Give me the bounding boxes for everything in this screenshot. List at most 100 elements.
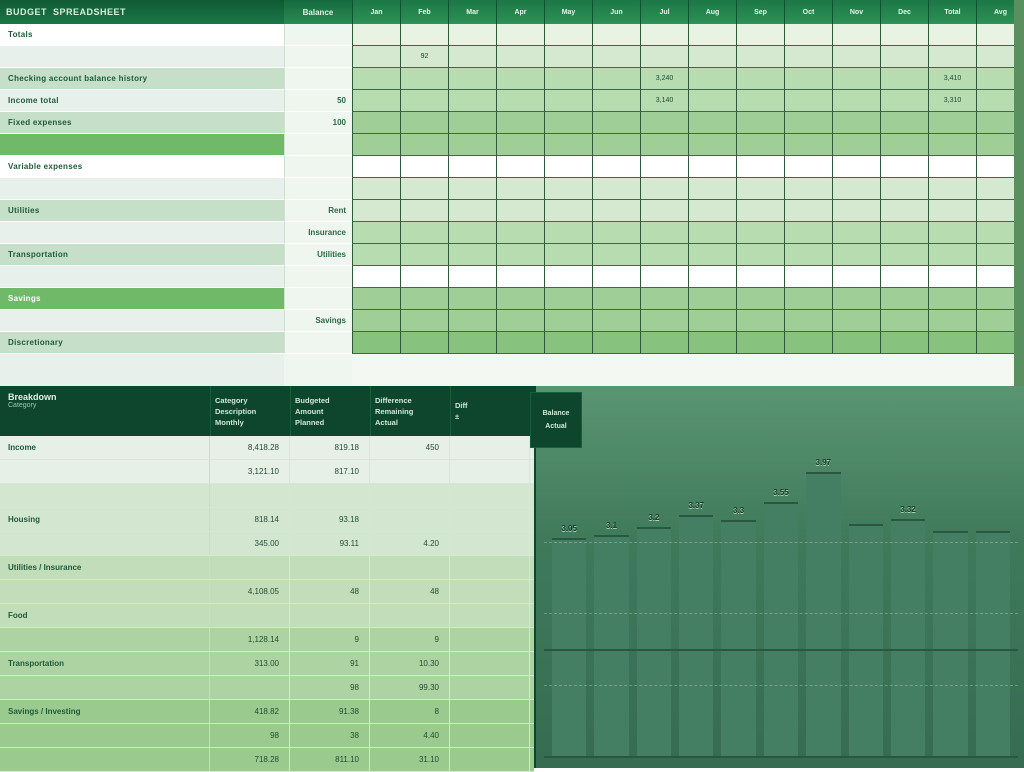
grid-cell[interactable] [400,90,448,112]
grid-cell[interactable] [688,310,736,332]
grid-cell[interactable] [688,222,736,244]
chart-bar[interactable] [976,531,1010,756]
table-row[interactable]: Food [0,604,534,628]
grid-cell[interactable] [448,24,496,46]
grid-header-cell[interactable]: Nov [832,0,880,24]
grid-cell[interactable] [544,112,592,134]
top-mid-cell[interactable] [284,24,352,46]
grid-cell[interactable] [880,200,928,222]
grid-cell[interactable] [592,90,640,112]
top-mid-cell[interactable]: Rent [284,200,352,222]
grid-cell[interactable] [784,200,832,222]
grid-cell[interactable] [784,24,832,46]
grid-cell[interactable] [880,112,928,134]
grid-cell[interactable] [736,266,784,288]
table-row[interactable]: 98384.40 [0,724,534,748]
row-cell[interactable]: 93.11 [290,532,370,555]
grid-cell[interactable] [400,310,448,332]
grid-cell[interactable] [448,332,496,354]
top-mid-cell[interactable] [284,288,352,310]
grid-cell[interactable] [688,200,736,222]
grid-cell[interactable] [928,46,976,68]
grid-cell[interactable] [544,24,592,46]
chart-bar[interactable] [849,524,883,756]
grid-cell[interactable] [736,332,784,354]
grid-cell[interactable] [688,68,736,90]
row-cell[interactable]: 48 [290,580,370,603]
grid-cell[interactable] [544,332,592,354]
row-cell[interactable]: 93.18 [290,508,370,531]
grid-cell[interactable] [928,178,976,200]
grid-cell[interactable] [352,46,400,68]
grid-cell[interactable] [352,112,400,134]
grid-cell[interactable] [400,134,448,156]
table-row[interactable]: 4,108.054848 [0,580,534,604]
grid-cell[interactable] [448,112,496,134]
row-cell[interactable]: 91 [290,652,370,675]
grid-cell[interactable] [640,46,688,68]
grid-cell[interactable] [736,222,784,244]
top-mid-cell[interactable]: Utilities [284,244,352,266]
grid-cell[interactable] [688,156,736,178]
grid-cell[interactable] [496,24,544,46]
grid-cell[interactable] [592,244,640,266]
top-left-row[interactable]: Discretionary [0,332,284,354]
grid-cell[interactable] [592,134,640,156]
top-mid-cell[interactable]: 50 [284,90,352,112]
top-left-row[interactable]: Fixed expenses [0,112,284,134]
row-cell[interactable] [290,556,370,579]
grid-cell[interactable] [736,200,784,222]
row-cell[interactable]: 1,128.14 [210,628,290,651]
row-cell[interactable]: 4,108.05 [210,580,290,603]
grid-cell[interactable] [736,178,784,200]
grid-cell[interactable] [448,200,496,222]
grid-cell[interactable] [784,244,832,266]
grid-cell[interactable] [736,24,784,46]
top-mid-cell[interactable] [284,332,352,354]
top-left-row[interactable]: Variable expenses [0,156,284,178]
grid-cell[interactable] [640,266,688,288]
row-cell[interactable]: 450 [370,436,450,459]
grid-cell[interactable] [880,68,928,90]
top-mid-cell[interactable]: 100 [284,112,352,134]
grid-header-cell[interactable]: Sep [736,0,784,24]
grid-cell[interactable] [352,332,400,354]
row-cell[interactable] [450,460,530,483]
table-row[interactable]: Income8,418.28819.18450 [0,436,534,460]
grid-cell[interactable]: 92 [400,46,448,68]
top-mid-cell[interactable]: Insurance [284,222,352,244]
row-cell[interactable]: 38 [290,724,370,747]
top-mid-cell[interactable] [284,46,352,68]
grid-cell[interactable] [640,24,688,46]
grid-cell[interactable] [592,200,640,222]
grid-cell[interactable] [400,244,448,266]
grid-cell[interactable] [592,310,640,332]
grid-header-cell[interactable]: Mar [448,0,496,24]
row-cell[interactable] [290,604,370,627]
grid-cell[interactable] [880,332,928,354]
row-cell[interactable]: 9 [370,628,450,651]
grid-cell[interactable] [688,90,736,112]
grid-cell[interactable] [544,90,592,112]
chart-bar[interactable] [764,502,798,756]
grid-cell[interactable] [496,310,544,332]
grid-cell[interactable] [448,178,496,200]
grid-cell[interactable] [832,46,880,68]
grid-cell[interactable] [736,134,784,156]
grid-cell[interactable] [640,156,688,178]
grid-cell[interactable] [544,134,592,156]
row-cell[interactable] [370,460,450,483]
grid-cell[interactable] [592,288,640,310]
grid-cell[interactable] [352,134,400,156]
row-cell[interactable] [450,604,530,627]
grid-cell[interactable] [688,266,736,288]
top-left-row[interactable] [0,222,284,244]
row-cell[interactable] [370,556,450,579]
grid-cell[interactable] [400,332,448,354]
grid-cell[interactable] [400,222,448,244]
row-cell[interactable] [450,484,530,507]
grid-cell[interactable] [784,156,832,178]
grid-cell[interactable] [880,288,928,310]
chart-bar[interactable] [891,519,925,756]
top-mid-cell[interactable]: Savings [284,310,352,332]
